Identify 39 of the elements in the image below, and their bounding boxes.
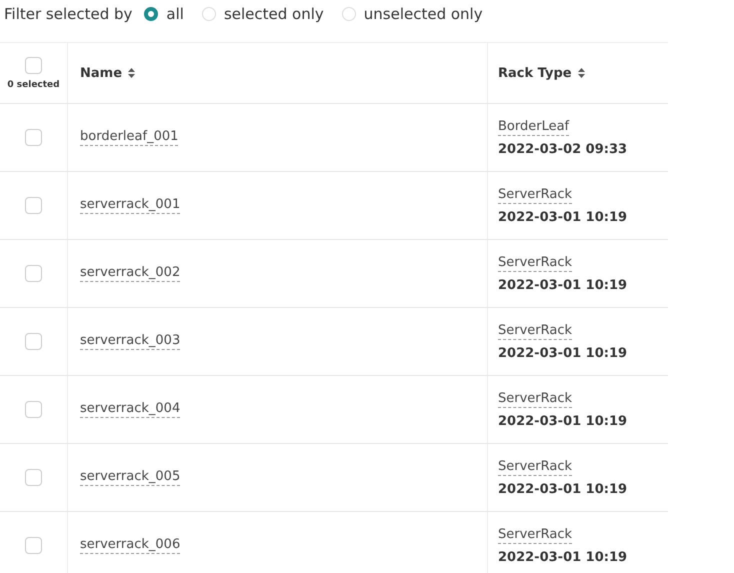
filter-radio-option[interactable]: all — [144, 5, 192, 23]
date-text: 2022-03-01 10:19 — [498, 210, 628, 224]
date-text: 2022-03-02 09:33 — [498, 142, 628, 156]
filter-radio-option[interactable]: selected only — [202, 5, 332, 23]
row-checkbox[interactable] — [25, 333, 42, 350]
column-header[interactable]: Rack Type — [498, 66, 585, 80]
rack-type-link[interactable]: BorderLeaf — [498, 118, 570, 136]
date-text: 2022-03-01 10:19 — [498, 414, 628, 428]
rack-name-link[interactable]: serverrack_003 — [80, 333, 180, 350]
row-checkbox[interactable] — [25, 537, 42, 554]
rack-name-link[interactable]: serverrack_001 — [80, 197, 180, 214]
filter-label: Filter selected by — [4, 5, 132, 23]
sort-icon[interactable] — [128, 68, 136, 78]
rack-type-link[interactable]: ServerRack — [498, 322, 572, 340]
rack-name-link[interactable]: serverrack_004 — [80, 401, 180, 418]
row-checkbox[interactable] — [25, 265, 42, 282]
date-text: 2022-03-01 10:19 — [498, 482, 628, 496]
row-checkbox[interactable] — [25, 469, 42, 486]
row-checkbox[interactable] — [25, 401, 42, 418]
rack-type-link[interactable]: ServerRack — [498, 254, 572, 272]
rack-type-link[interactable]: ServerRack — [498, 526, 572, 544]
date-text: 2022-03-01 10:19 — [498, 278, 628, 292]
select-all-checkbox[interactable] — [25, 56, 42, 74]
rack-name-link[interactable]: serverrack_005 — [80, 469, 180, 486]
rack-type-link[interactable]: ServerRack — [498, 186, 572, 204]
rack-name-link[interactable]: borderleaf_001 — [80, 129, 178, 146]
rack-name-link[interactable]: serverrack_002 — [80, 265, 180, 282]
column-header[interactable]: Name — [80, 66, 136, 80]
date-text: 2022-03-01 10:19 — [498, 550, 628, 564]
rack-type-link[interactable]: ServerRack — [498, 390, 572, 408]
filter-radio-option[interactable]: unselected only — [342, 5, 491, 23]
row-checkbox[interactable] — [25, 129, 42, 146]
rack-name-link[interactable]: serverrack_006 — [80, 537, 180, 554]
radio-button[interactable] — [144, 7, 158, 21]
row-checkbox[interactable] — [25, 197, 42, 214]
rack-type-link[interactable]: ServerRack — [498, 458, 572, 476]
selected-count: 0 selected — [7, 80, 60, 90]
date-text: 2022-03-01 10:19 — [498, 346, 628, 360]
sort-icon[interactable] — [578, 68, 585, 78]
